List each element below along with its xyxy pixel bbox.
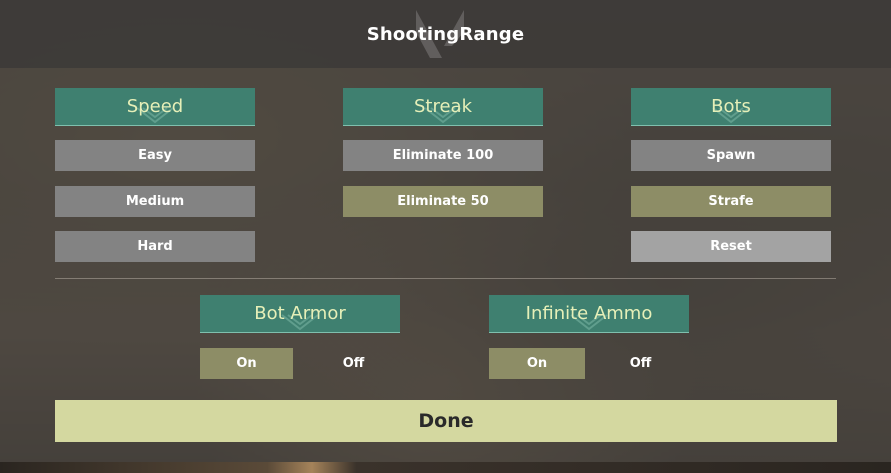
- speed-hard-button[interactable]: Hard: [55, 231, 255, 262]
- infinite-ammo-off-button[interactable]: Off: [594, 348, 687, 379]
- bots-header: Bots: [631, 88, 831, 126]
- speed-medium-button[interactable]: Medium: [55, 186, 255, 217]
- bots-header-label: Bots: [711, 96, 751, 117]
- speed-header-label: Speed: [126, 96, 184, 117]
- bot-armor-header-label: Bot Armor: [254, 303, 346, 324]
- bot-armor-off-button[interactable]: Off: [307, 348, 400, 379]
- speed-header: Speed: [55, 88, 255, 126]
- bot-armor-header: Bot Armor: [200, 295, 400, 333]
- infinite-ammo-header-label: Infinite Ammo: [525, 303, 653, 324]
- bots-strafe-button[interactable]: Strafe: [631, 186, 831, 217]
- infinite-ammo-header: Infinite Ammo: [489, 295, 689, 333]
- bot-armor-on-button[interactable]: On: [200, 348, 293, 379]
- settings-panel: ShootingRange Speed Easy Medium Hard Str…: [0, 0, 891, 462]
- page-title: ShootingRange: [366, 23, 525, 45]
- done-button[interactable]: Done: [55, 400, 837, 442]
- streak-eliminate-100-button[interactable]: Eliminate 100: [343, 140, 543, 171]
- background-scene-bottom: [0, 462, 891, 473]
- streak-header: Streak: [343, 88, 543, 126]
- infinite-ammo-on-button[interactable]: On: [489, 348, 585, 379]
- title-bar: ShootingRange: [0, 0, 891, 68]
- section-divider: [55, 278, 836, 279]
- bots-spawn-button[interactable]: Spawn: [631, 140, 831, 171]
- streak-eliminate-50-button[interactable]: Eliminate 50: [343, 186, 543, 217]
- speed-easy-button[interactable]: Easy: [55, 140, 255, 171]
- bots-reset-button[interactable]: Reset: [631, 231, 831, 262]
- streak-header-label: Streak: [413, 96, 473, 117]
